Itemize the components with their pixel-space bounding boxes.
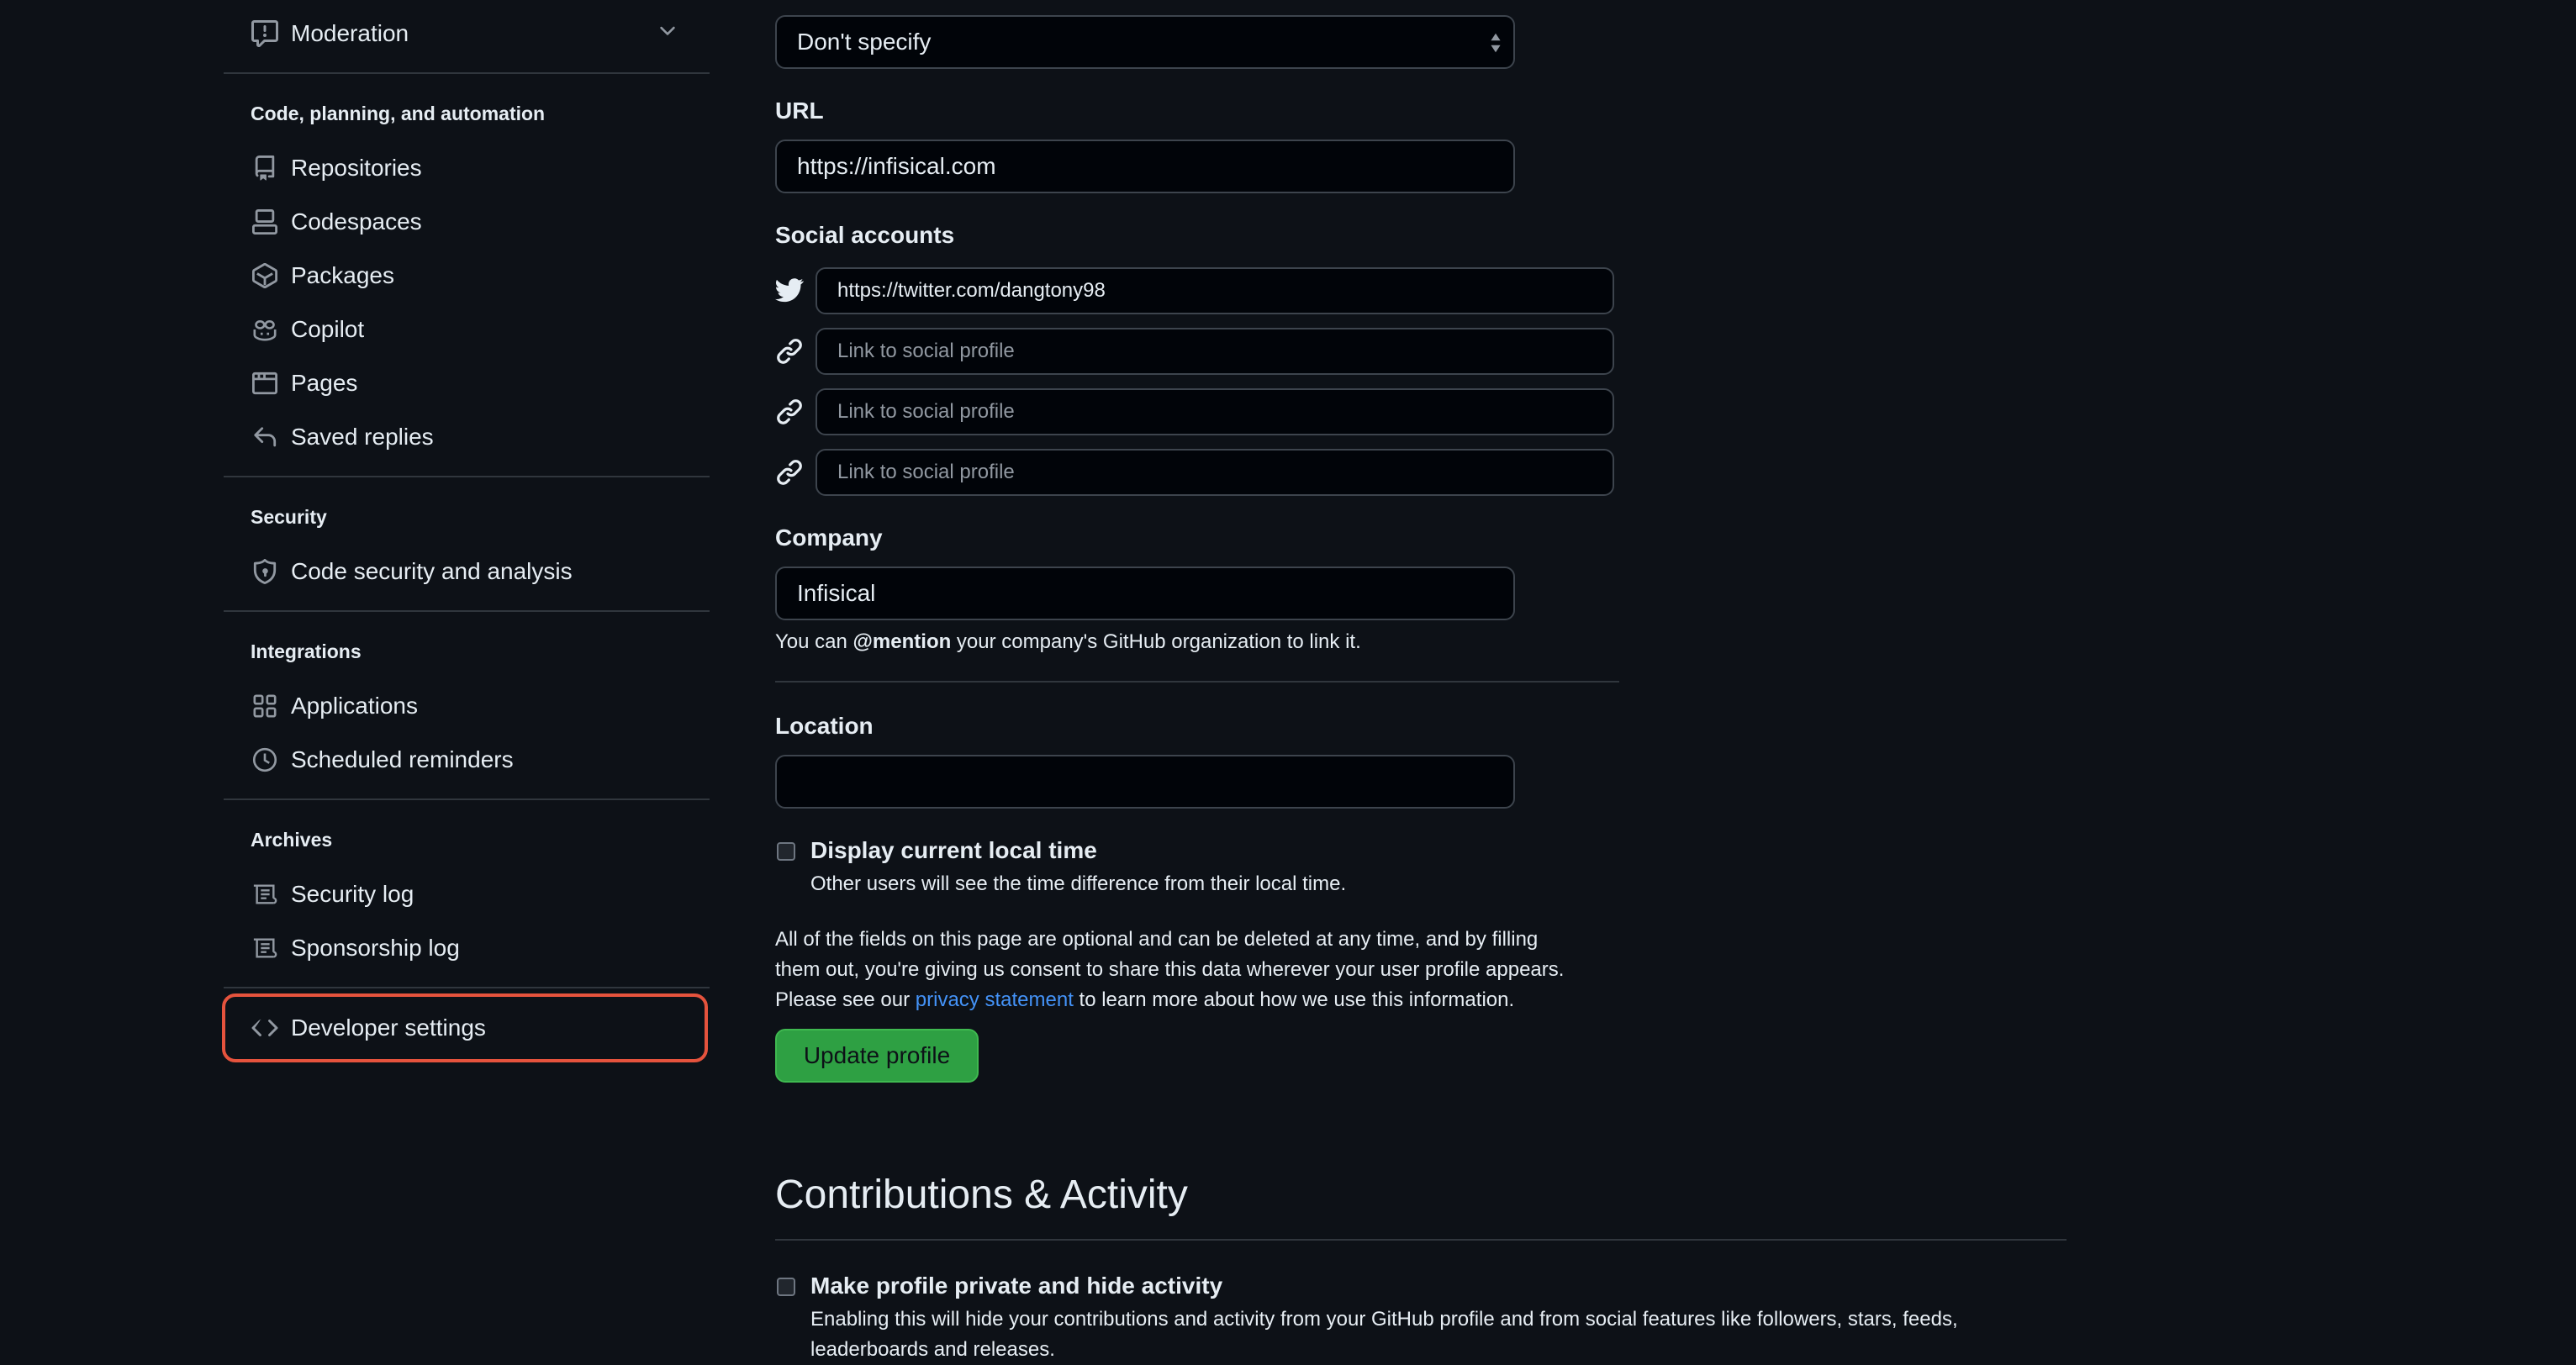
sidebar-item-sponsorship-log[interactable]: Sponsorship log: [224, 923, 710, 973]
sidebar-item-applications[interactable]: Applications: [224, 681, 710, 731]
reply-icon: [251, 423, 279, 451]
local-time-description: Other users will see the time difference…: [810, 872, 1347, 895]
description-line: Enabling this will hide your contributio…: [810, 1308, 1958, 1331]
pronouns-value: Don't specify: [797, 29, 932, 55]
privacy-statement-link[interactable]: privacy statement: [916, 988, 1074, 1011]
sidebar-item-label: Pages: [291, 370, 358, 396]
note-text: to learn more about how we use this info…: [1073, 988, 1515, 1011]
sidebar-item-moderation[interactable]: Moderation: [224, 8, 710, 59]
link-icon: [775, 457, 805, 488]
log-icon: [251, 880, 279, 909]
apps-icon: [251, 692, 279, 720]
sidebar-item-label: Repositories: [291, 155, 422, 181]
sidebar-item-repositories[interactable]: Repositories: [224, 143, 710, 193]
chevron-down-icon[interactable]: [656, 19, 679, 49]
sidebar-item-label: Saved replies: [291, 424, 434, 450]
location-input[interactable]: [775, 755, 1515, 809]
local-time-label: Display current local time: [810, 837, 1097, 863]
privacy-note: All of the fields on this page are optio…: [775, 925, 1564, 1015]
clock-icon: [251, 746, 279, 774]
pronouns-select[interactable]: Don't specify: [775, 15, 1515, 69]
url-input[interactable]: [775, 140, 1515, 193]
note-text: your company's GitHub organization to li…: [951, 630, 1361, 653]
note-text: Please see our: [775, 988, 916, 1011]
sidebar-divider: [224, 610, 710, 612]
social-account-row: [775, 449, 1616, 496]
social-link-input[interactable]: [816, 388, 1614, 435]
privacy-line: Please see our privacy statement to lear…: [775, 985, 1564, 1015]
link-icon: [775, 397, 805, 427]
sidebar-item-label: Security log: [291, 881, 414, 907]
sidebar-divider: [224, 798, 710, 800]
shield-icon: [251, 557, 279, 586]
form-divider: [775, 681, 1619, 682]
sidebar-item-label: Copilot: [291, 316, 365, 342]
sidebar-item-label: Sponsorship log: [291, 935, 460, 961]
sidebar-item-copilot[interactable]: Copilot: [224, 304, 710, 355]
sidebar-item-label: Packages: [291, 262, 394, 288]
company-note: You can @mention your company's GitHub o…: [775, 627, 1361, 657]
private-profile-label: Make profile private and hide activity: [810, 1273, 1223, 1299]
section-heading: Security: [251, 506, 327, 528]
sidebar-item-pages[interactable]: Pages: [224, 358, 710, 408]
update-profile-button[interactable]: Update profile: [775, 1029, 979, 1083]
sidebar-item-label: Scheduled reminders: [291, 746, 514, 772]
location-label: Location: [775, 713, 874, 739]
company-input[interactable]: [775, 567, 1515, 620]
note-text: You can: [775, 630, 853, 653]
codespaces-icon: [251, 208, 279, 236]
sidebar-item-label: Moderation: [291, 20, 409, 46]
sidebar-divider: [224, 476, 710, 477]
sidebar-item-label: Code security and analysis: [291, 558, 573, 584]
local-time-checkbox[interactable]: [777, 842, 795, 861]
sidebar-item-saved-replies[interactable]: Saved replies: [224, 412, 710, 462]
repo-icon: [251, 154, 279, 182]
sidebar-divider: [224, 72, 710, 74]
log-icon: [251, 934, 279, 962]
private-profile-checkbox[interactable]: [777, 1278, 795, 1296]
copilot-icon: [251, 315, 279, 344]
privacy-line: All of the fields on this page are optio…: [775, 928, 1539, 951]
section-heading: Integrations: [251, 640, 362, 662]
social-account-row: [775, 267, 1616, 314]
sidebar-item-code-security[interactable]: Code security and analysis: [224, 546, 710, 597]
description-line: leaderboards and releases.: [810, 1338, 1055, 1361]
privacy-line: them out, you're giving us consent to sh…: [775, 958, 1565, 981]
social-account-row: [775, 328, 1616, 375]
section-divider: [775, 1239, 2067, 1241]
browser-icon: [251, 369, 279, 398]
social-accounts-label: Social accounts: [775, 222, 955, 248]
sidebar-item-label: Applications: [291, 693, 418, 719]
private-profile-description: Enabling this will hide your contributio…: [810, 1304, 1958, 1365]
social-link-input[interactable]: [816, 449, 1614, 496]
social-link-input[interactable]: [816, 267, 1614, 314]
sidebar-item-codespaces[interactable]: Codespaces: [224, 197, 710, 247]
sidebar-item-packages[interactable]: Packages: [224, 250, 710, 301]
mention-text: @mention: [853, 630, 952, 653]
sidebar-divider: [224, 987, 710, 988]
social-link-input[interactable]: [816, 328, 1614, 375]
select-arrows-icon: [1490, 32, 1502, 60]
url-label: URL: [775, 98, 824, 124]
highlight-annotation: [222, 993, 708, 1062]
section-title: Contributions & Activity: [775, 1173, 1188, 1217]
sidebar-item-scheduled-reminders[interactable]: Scheduled reminders: [224, 735, 710, 785]
section-heading: Archives: [251, 829, 333, 851]
twitter-icon: [775, 276, 805, 306]
report-icon: [251, 19, 279, 48]
section-heading: Code, planning, and automation: [251, 103, 546, 124]
sidebar-item-label: Codespaces: [291, 208, 422, 235]
package-icon: [251, 261, 279, 290]
social-account-row: [775, 388, 1616, 435]
company-label: Company: [775, 524, 883, 551]
sidebar-item-security-log[interactable]: Security log: [224, 869, 710, 920]
link-icon: [775, 336, 805, 366]
